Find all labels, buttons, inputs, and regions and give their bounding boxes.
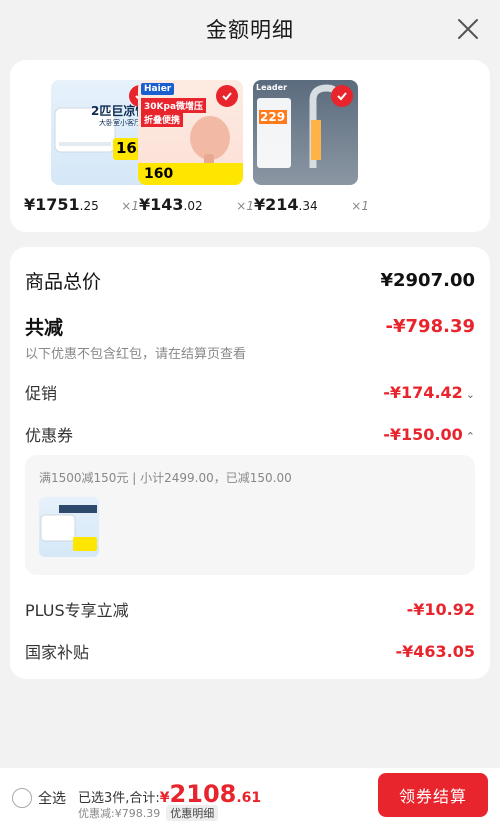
total-price-row: 商品总价 ¥2907.00 [25,267,475,294]
promo-row[interactable]: 促销 -¥174.42 ⌄ [25,380,475,404]
select-all-label[interactable]: 全选 [38,788,66,808]
product-price: ¥143.02 [139,195,203,214]
plus-label: PLUS专享立减 [25,601,129,620]
thumbnail-price: 229 [260,110,286,124]
thumbnail-price: 160 [144,166,174,182]
total-currency: ¥ [159,790,170,806]
product-price-row: ¥214.34 ×1 [254,195,369,214]
select-all-radio[interactable] [12,788,32,808]
discount-row: 共减 -¥798.39 [25,313,475,340]
coupon-detail-box: 满1500减150元 | 小计2499.00，已减150.00 [25,455,475,575]
promo-label: 促销 [25,384,58,403]
chevron-up-icon[interactable]: ⌃ [466,430,475,443]
total-decimal: .61 [236,790,262,806]
product-item[interactable]: Leader 229 [253,80,368,185]
subsidy-value: -¥463.05 [395,641,475,661]
product-item[interactable]: 2匹巨凉快大挂 大卧室小客厅优选 1631 [23,80,156,185]
product-quantity: ×1 [121,199,139,213]
discount-label: 共减 [25,317,64,339]
product-item[interactable]: Haier 30Kpa微增压 折叠便携 160 [138,80,253,185]
chevron-down-icon[interactable]: ⌄ [466,388,475,401]
total-price-value: ¥2907.00 [380,270,475,291]
product-price-row: ¥1751.25 ×1 [24,195,139,214]
summary-card: 商品总价 ¥2907.00 共减 -¥798.39 以下优惠不包含红包，请在结算… [10,247,490,679]
discount-summary-text: 优惠减:¥798.39 [78,807,161,820]
product-price: ¥1751.25 [24,195,99,214]
product-price-row: ¥143.02 ×1 [139,195,254,214]
product-thumbnail: Haier 30Kpa微增压 折叠便携 160 [138,80,243,185]
bottom-bar: 全选 已选3件,合计:¥2108.61 优惠减:¥798.39 优惠明细 领券结算 [0,768,500,821]
product-price: ¥214.34 [254,195,318,214]
header: 金额明细 [0,0,500,58]
discount-detail-button[interactable]: 优惠明细 [166,805,219,821]
close-icon[interactable] [456,17,480,41]
coupon-detail-text: 满1500减150元 | 小计2499.00，已减150.00 [39,471,292,485]
coupon-row[interactable]: 优惠券 -¥150.00 ⌃ [25,422,475,446]
page-title: 金额明细 [206,18,294,42]
total-price-label: 商品总价 [25,271,102,293]
subsidy-label: 国家补贴 [25,643,90,662]
coupon-label: 优惠券 [25,426,74,445]
coupon-product-thumbnail [39,497,99,557]
coupon-value-wrap: -¥150.00 ⌃ [383,425,475,444]
plus-value: -¥10.92 [406,599,475,619]
promo-value-wrap: -¥174.42 ⌄ [383,383,475,402]
discount-note: 以下优惠不包含红包，请在结算页查看 [25,347,247,362]
selected-count-text: 已选3件,合计: [78,791,160,806]
air-conditioner-icon [40,505,97,551]
checkout-button[interactable]: 领券结算 [378,773,488,817]
product-quantity: ×1 [351,199,369,213]
product-quantity: ×1 [236,199,254,213]
plus-row: PLUS专享立减 -¥10.92 [25,597,475,621]
discount-value: -¥798.39 [385,316,475,337]
coupon-value: -¥150.00 [383,424,463,444]
product-thumbnail: Leader 229 [253,80,358,185]
discount-summary: 优惠减:¥798.39 优惠明细 [78,805,219,821]
subsidy-row: 国家补贴 -¥463.05 [25,639,475,663]
total-integer: 2108 [169,780,237,808]
total-summary: 已选3件,合计:¥2108.61 [78,780,261,808]
check-icon[interactable] [331,85,353,107]
products-card: 2匹巨凉快大挂 大卧室小客厅优选 1631 Haier 30Kpa微增压 折叠便… [10,60,490,232]
check-icon[interactable] [216,85,238,107]
promo-value: -¥174.42 [383,382,463,402]
